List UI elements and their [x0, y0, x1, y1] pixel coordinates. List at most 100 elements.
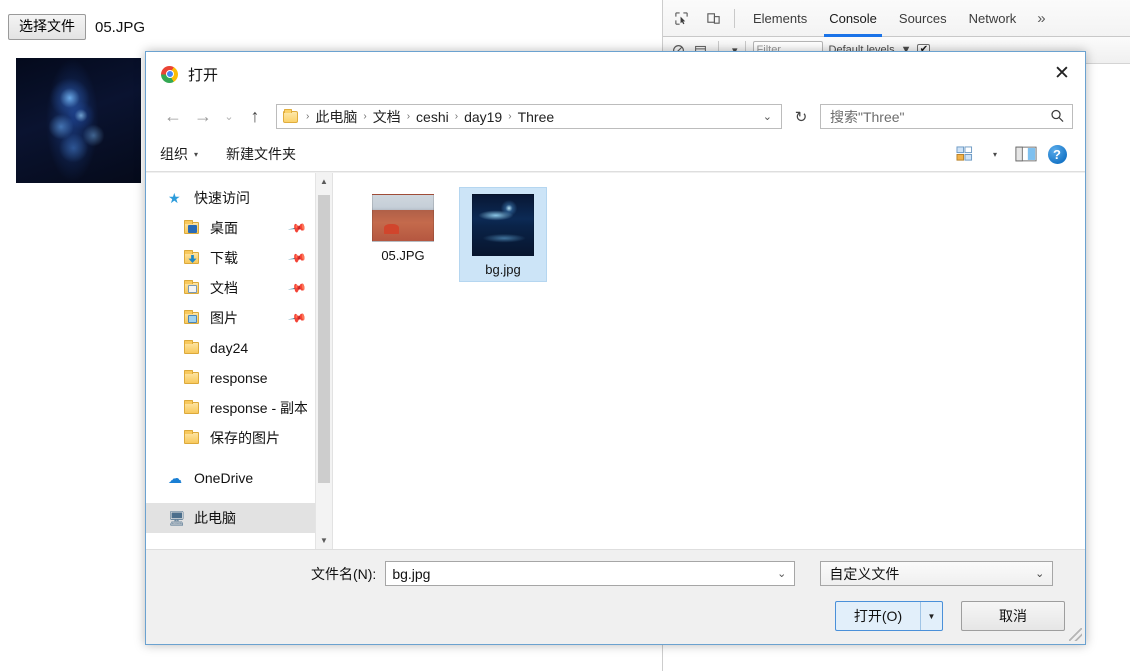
sidebar-item-documents[interactable]: 文档 📌: [146, 273, 315, 303]
folder-documents-icon: [184, 280, 204, 294]
sidebar-item-downloads[interactable]: 下载 📌: [146, 243, 315, 273]
sidebar-item-label: 快速访问: [194, 190, 250, 206]
breadcrumb-separator: ›: [363, 111, 367, 122]
computer-icon: 🖥: [168, 510, 186, 526]
folder-icon: [283, 108, 298, 123]
file-name-label: 05.JPG: [381, 248, 425, 263]
file-item-bg-jpg[interactable]: bg.jpg: [459, 187, 547, 282]
breadcrumb-item-three[interactable]: Three: [514, 109, 559, 125]
sidebar-scrollbar[interactable]: ▲ ▼: [315, 173, 332, 549]
dialog-bottom-bar: 文件名(N): bg.jpg ⌄ 自定义文件 ⌄ 打开(O) ▼ 取消: [146, 549, 1085, 644]
dialog-button-row: 打开(O) ▼ 取消: [835, 601, 1065, 631]
cancel-button[interactable]: 取消: [961, 601, 1065, 631]
organize-button[interactable]: 组织 ▾: [160, 144, 198, 164]
sidebar-item-label: response - 副本: [210, 400, 307, 416]
sidebar-item-this-pc[interactable]: 🖥 此电脑: [146, 503, 315, 533]
device-toolbar-icon[interactable]: [699, 4, 727, 32]
sidebar-item-response-copy[interactable]: response - 副本: [146, 393, 315, 423]
folder-pictures-icon: [184, 310, 204, 324]
filename-value: bg.jpg: [392, 565, 431, 582]
sidebar-item-label: day24: [210, 340, 249, 356]
open-split-button[interactable]: 打开(O) ▼: [835, 601, 943, 631]
chevron-down-icon[interactable]: ⌄: [769, 567, 794, 580]
refresh-icon[interactable]: ↻: [788, 104, 814, 129]
breadcrumb-separator: ›: [306, 111, 310, 122]
navigation-sidebar: ★ 快速访问 桌面 📌 下载 📌 文档 📌 图片 📌 day24 respons…: [146, 173, 333, 549]
file-thumbnail: [472, 194, 534, 256]
tab-console[interactable]: Console: [818, 0, 888, 37]
breadcrumb-item-ceshi[interactable]: ceshi: [412, 109, 453, 125]
chevron-down-icon: ▾: [194, 149, 199, 159]
sidebar-item-response[interactable]: response: [146, 363, 315, 393]
breadcrumb-separator: ›: [406, 111, 411, 122]
file-type-value: 自定义文件: [829, 565, 900, 582]
breadcrumb-separator: ›: [454, 111, 459, 122]
pin-icon[interactable]: 📌: [287, 248, 307, 268]
help-button[interactable]: ?: [1043, 141, 1071, 167]
star-icon: ★: [168, 190, 181, 206]
preview-pane-icon[interactable]: [1012, 141, 1040, 167]
help-icon: ?: [1047, 144, 1067, 164]
sidebar-item-label: 文档: [210, 280, 238, 296]
open-dropdown-icon[interactable]: ▼: [920, 602, 942, 630]
breadcrumb-separator: ›: [508, 111, 512, 122]
open-button[interactable]: 打开(O): [836, 602, 920, 630]
pin-icon[interactable]: 📌: [287, 218, 307, 238]
forward-button[interactable]: →: [188, 103, 218, 131]
sidebar-item-pictures[interactable]: 图片 📌: [146, 303, 315, 333]
cloud-icon: ☁: [168, 470, 182, 486]
search-box[interactable]: 搜索"Three": [820, 104, 1073, 129]
sidebar-item-label: 桌面: [210, 220, 238, 236]
new-folder-button[interactable]: 新建文件夹: [226, 144, 296, 164]
sidebar-item-saved-pictures[interactable]: 保存的图片: [146, 423, 315, 453]
close-icon[interactable]: ✕: [1039, 52, 1085, 94]
resize-grip[interactable]: [1069, 628, 1082, 641]
tab-sources[interactable]: Sources: [888, 0, 958, 37]
sidebar-item-label: 保存的图片: [210, 430, 280, 446]
tab-network[interactable]: Network: [958, 0, 1028, 37]
breadcrumb-item-day19[interactable]: day19: [460, 109, 506, 125]
breadcrumb-item-this-pc[interactable]: 此电脑: [311, 107, 361, 127]
view-options-caret-icon[interactable]: ▾: [981, 141, 1009, 167]
chevron-down-icon[interactable]: ⌄: [1027, 567, 1052, 580]
scroll-down-icon[interactable]: ▼: [316, 532, 332, 549]
dialog-toolbar: 组织 ▾ 新建文件夹 ▾ ?: [146, 137, 1085, 172]
file-list-area[interactable]: 05.JPG bg.jpg: [333, 173, 1085, 549]
breadcrumb-item-documents[interactable]: 文档: [369, 107, 405, 127]
sidebar-item-day24[interactable]: day24: [146, 333, 315, 363]
inspect-element-icon[interactable]: [667, 4, 695, 32]
folder-icon: [184, 400, 204, 414]
dialog-main-area: ★ 快速访问 桌面 📌 下载 📌 文档 📌 图片 📌 day24 respons…: [146, 173, 1085, 549]
file-input-control[interactable]: 选择文件 05.JPG: [8, 14, 145, 40]
file-name-label: bg.jpg: [485, 262, 521, 277]
dialog-titlebar: 打开 ✕: [146, 52, 1085, 96]
search-input[interactable]: 搜索"Three": [830, 107, 1051, 127]
pin-icon[interactable]: 📌: [287, 308, 307, 328]
scrollbar-thumb[interactable]: [318, 195, 330, 483]
tab-elements[interactable]: Elements: [742, 0, 818, 37]
recent-locations-button[interactable]: ⌄: [218, 103, 240, 131]
chrome-logo-icon: [161, 65, 178, 83]
folder-icon: [184, 430, 204, 444]
scroll-up-icon[interactable]: ▲: [316, 173, 332, 190]
view-options-icon[interactable]: [950, 141, 978, 167]
up-button[interactable]: ↑: [240, 103, 270, 131]
organize-label: 组织: [160, 146, 188, 162]
dialog-navigation-bar: ← → ⌄ ↑ › 此电脑 › 文档 › ceshi › day19 › Thr…: [146, 96, 1085, 137]
file-item-05-jpg[interactable]: 05.JPG: [359, 187, 447, 282]
file-type-select[interactable]: 自定义文件 ⌄: [820, 561, 1054, 586]
sidebar-item-quick-access[interactable]: ★ 快速访问: [146, 183, 315, 213]
chosen-file-name: 05.JPG: [95, 18, 146, 36]
back-button[interactable]: ←: [158, 103, 188, 131]
chevron-down-icon[interactable]: ⌄: [754, 110, 781, 123]
sidebar-item-desktop[interactable]: 桌面 📌: [146, 213, 315, 243]
more-tabs-button[interactable]: »: [1027, 10, 1055, 27]
address-breadcrumb-bar[interactable]: › 此电脑 › 文档 › ceshi › day19 › Three ⌄: [276, 104, 782, 129]
pin-icon[interactable]: 📌: [287, 278, 307, 298]
choose-file-button[interactable]: 选择文件: [8, 14, 86, 40]
file-grid: 05.JPG bg.jpg: [359, 187, 1085, 282]
folder-desktop-icon: [184, 220, 204, 234]
file-thumbnail: [372, 194, 434, 242]
filename-input[interactable]: bg.jpg ⌄: [385, 561, 796, 586]
sidebar-item-onedrive[interactable]: ☁ OneDrive: [146, 463, 315, 493]
